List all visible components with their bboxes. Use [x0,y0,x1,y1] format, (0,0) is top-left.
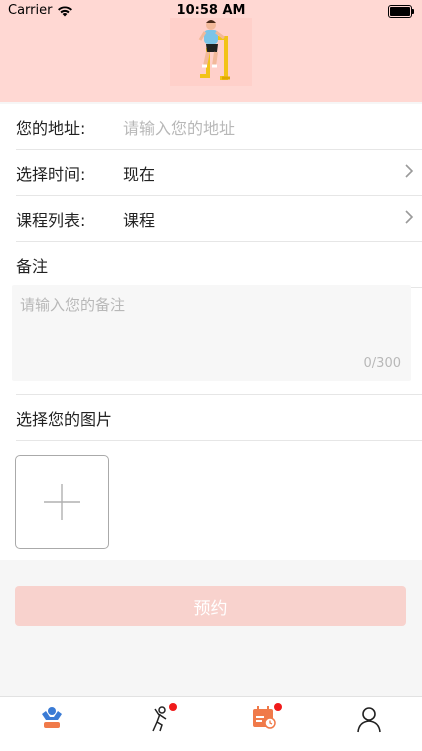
course-label: 课程列表: [16,210,86,230]
course-value: 课程 [123,210,156,230]
book-button[interactable]: 预约 [15,586,406,626]
address-label: 您的地址: [16,118,86,138]
tab-schedule[interactable] [244,703,284,735]
notes-label: 备注 [16,256,49,276]
address-row[interactable]: 您的地址: 请输入您的地址 [16,104,422,150]
tab-schedule-badge [274,703,282,711]
tab-workout[interactable] [139,703,179,735]
appointment-form: 您的地址: 请输入您的地址 选择时间: 现在 课程列表: 课程 备注 请输入您的… [0,104,422,560]
notes-placeholder: 请输入您的备注 [20,296,126,314]
battery-icon [388,5,414,18]
chevron-right-icon [396,163,422,182]
photo-label: 选择您的图片 [16,409,113,429]
workout-illustration [170,18,252,86]
photo-header-row: 选择您的图片 [16,394,422,441]
tab-workout-badge [169,703,177,711]
status-time: 10:58 AM [176,3,246,18]
time-row[interactable]: 选择时间: 现在 [16,150,422,196]
address-input[interactable]: 请输入您的地址 [123,115,422,139]
notes-char-counter: 0/300 [363,356,401,371]
tab-bar [0,696,422,751]
tab-home[interactable] [32,705,72,735]
tab-profile[interactable] [349,705,389,735]
add-photo-button[interactable] [15,455,109,549]
profile-user-icon [357,707,381,733]
time-value: 现在 [123,164,156,184]
notes-textarea[interactable]: 请输入您的备注 0/300 [12,285,411,381]
fitness-home-icon [42,707,62,728]
time-label: 选择时间: [16,164,86,184]
header-banner: Carrier 10:58 AM [0,0,422,102]
notes-header-row: 备注 [16,242,422,288]
course-row[interactable]: 课程列表: 课程 [16,196,422,242]
chevron-right-icon [396,209,422,228]
plus-icon [44,484,80,520]
